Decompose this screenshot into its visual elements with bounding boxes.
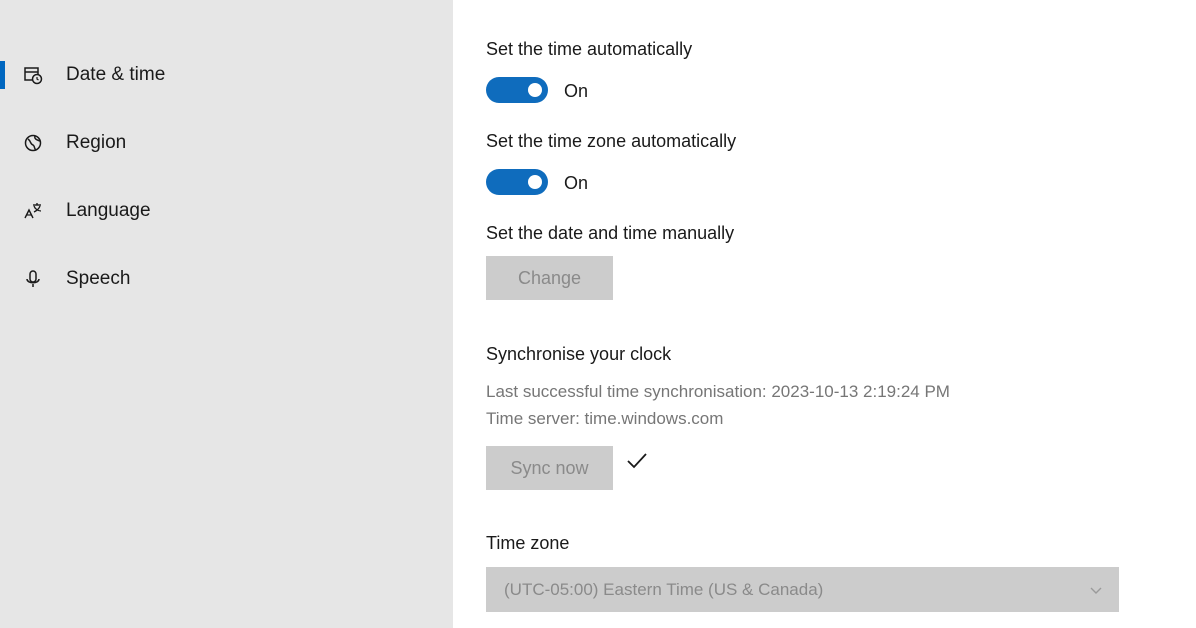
sync-now-button[interactable]: Sync now — [486, 446, 613, 490]
sidebar-item-label: Speech — [66, 268, 131, 289]
timezone-value: (UTC-05:00) Eastern Time (US & Canada) — [504, 580, 824, 599]
auto-timezone-state: On — [564, 173, 589, 193]
sidebar-item-date-time[interactable]: Date & time — [0, 55, 453, 95]
sidebar-item-language[interactable]: Language — [0, 191, 453, 231]
change-button[interactable]: Change — [486, 256, 613, 300]
selection-indicator — [0, 61, 5, 89]
calendar-clock-icon — [22, 64, 44, 86]
toggle-knob — [528, 83, 542, 97]
auto-timezone-label: Set the time zone automatically — [486, 131, 737, 151]
chevron-down-icon — [1089, 583, 1103, 597]
auto-time-label: Set the time automatically — [486, 39, 693, 59]
globe-icon — [22, 132, 44, 154]
sidebar-item-speech[interactable]: Speech — [0, 259, 453, 299]
manual-datetime-label: Set the date and time manually — [486, 223, 735, 243]
time-server-text: Time server: time.windows.com — [486, 409, 724, 428]
timezone-label: Time zone — [486, 533, 570, 553]
sidebar-item-label: Date & time — [66, 64, 166, 85]
last-sync-text: Last successful time synchronisation: 20… — [486, 382, 950, 401]
settings-panel: Set the time automatically On Set the ti… — [453, 0, 1196, 628]
sync-heading: Synchronise your clock — [486, 344, 672, 364]
sidebar-item-label: Region — [66, 132, 127, 153]
auto-time-state: On — [564, 81, 589, 101]
language-icon — [22, 200, 44, 222]
auto-time-toggle[interactable] — [486, 77, 548, 103]
checkmark-icon — [625, 450, 649, 472]
sidebar-item-label: Language — [66, 200, 151, 221]
microphone-icon — [22, 268, 44, 290]
sidebar-item-region[interactable]: Region — [0, 123, 453, 163]
timezone-dropdown[interactable]: (UTC-05:00) Eastern Time (US & Canada) — [486, 567, 1119, 612]
sidebar: Date & time Region Language Speech — [0, 0, 453, 628]
toggle-knob — [528, 175, 542, 189]
auto-timezone-toggle[interactable] — [486, 169, 548, 195]
